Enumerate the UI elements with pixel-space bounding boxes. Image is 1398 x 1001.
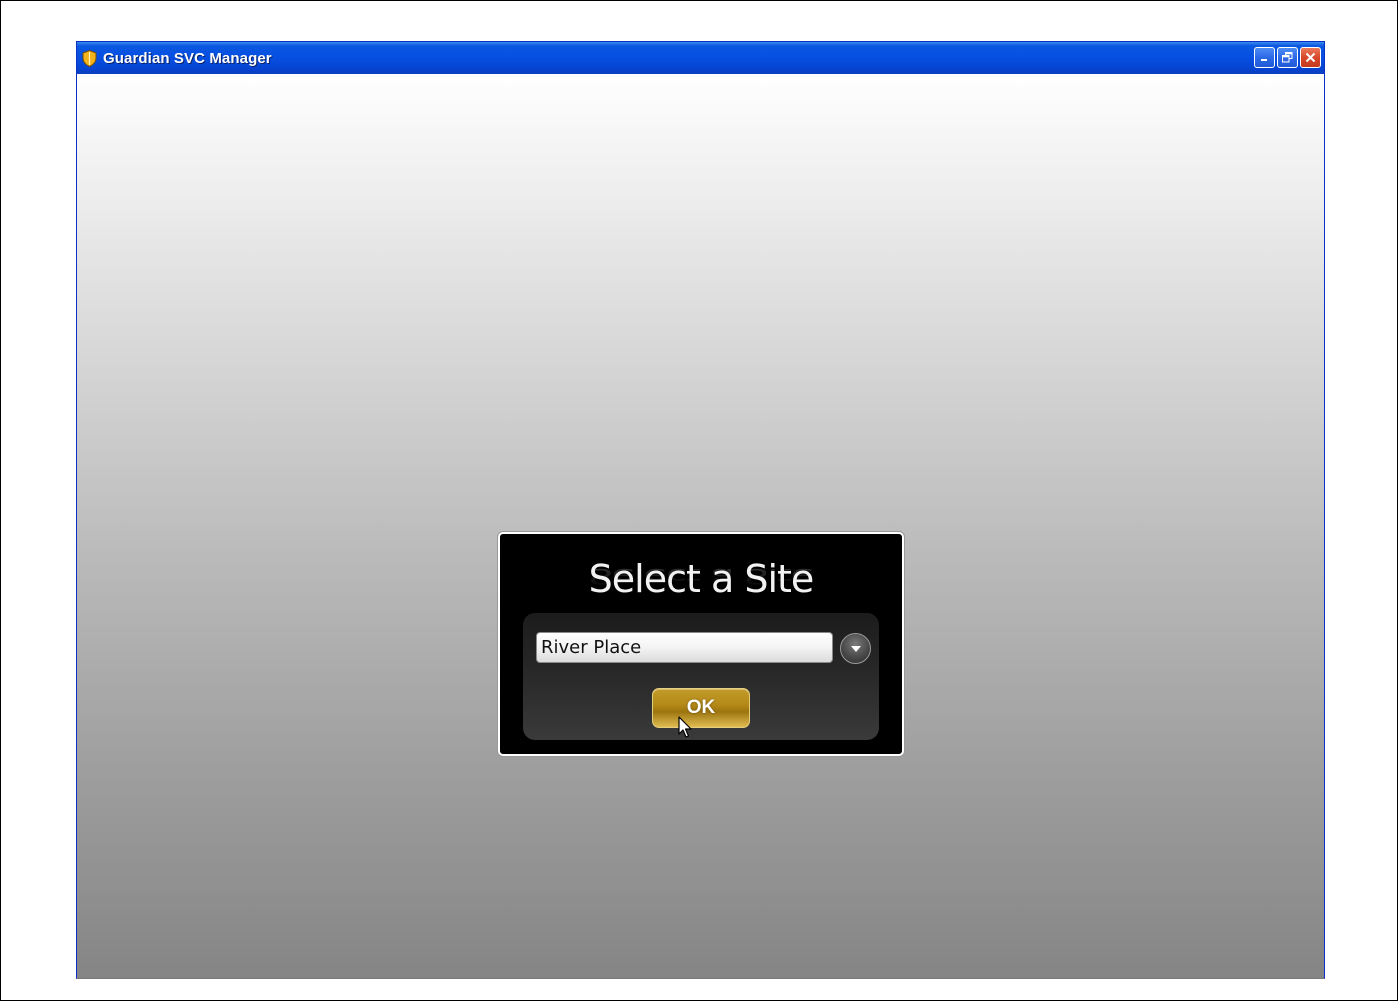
window-title: Guardian SVC Manager <box>103 49 272 67</box>
site-select[interactable]: River Place <box>536 632 833 663</box>
title-bar[interactable]: Guardian SVC Manager <box>77 42 1324 74</box>
minimize-button[interactable] <box>1254 47 1275 68</box>
app-window: Guardian SVC Manager <box>76 41 1325 979</box>
select-site-dialog: Select a Site Select a Site River Place … <box>498 532 904 756</box>
dialog-title: Select a Site <box>588 557 815 601</box>
restore-icon <box>1282 48 1293 67</box>
ok-button-label: OK <box>686 697 716 718</box>
close-button[interactable] <box>1300 47 1321 68</box>
dialog-panel: River Place OK <box>523 613 879 740</box>
client-area <box>77 74 1324 978</box>
shield-icon <box>81 49 97 67</box>
site-dropdown-button[interactable] <box>840 633 871 664</box>
chevron-down-icon <box>849 639 863 658</box>
close-icon <box>1305 48 1316 67</box>
site-select-value: River Place <box>541 637 642 658</box>
restore-button[interactable] <box>1277 47 1298 68</box>
window-controls <box>1254 47 1321 68</box>
ok-button[interactable]: OK <box>652 688 750 728</box>
minimize-icon <box>1259 48 1270 67</box>
